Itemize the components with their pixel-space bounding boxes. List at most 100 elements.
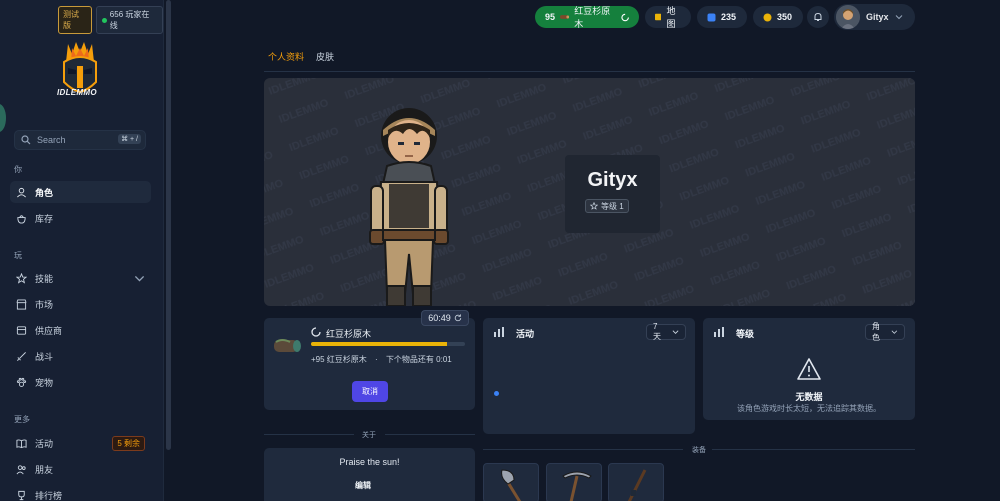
gold-counter[interactable]: 350 bbox=[753, 6, 803, 28]
warning-icon bbox=[797, 358, 821, 380]
level-text: 等级 1 bbox=[601, 201, 624, 211]
cancel-button[interactable]: 取消 bbox=[352, 381, 388, 402]
trophy-icon bbox=[18, 490, 25, 500]
gold-coin-icon bbox=[763, 13, 772, 21]
sidebar-item-character[interactable]: 角色 bbox=[10, 181, 151, 203]
bar-chart-icon bbox=[494, 327, 504, 337]
events-remaining-badge: 5 剩余 bbox=[112, 436, 145, 451]
profile-banner: IDLEMMO Gityx 等级 1 bbox=[264, 78, 915, 306]
friends-icon bbox=[16, 464, 26, 474]
bar-chart-icon bbox=[714, 327, 724, 337]
tab-profile[interactable]: 个人资料 bbox=[268, 50, 304, 63]
activity-pill-count: 95 bbox=[545, 12, 556, 22]
sidebar-item-label: 排行榜 bbox=[35, 490, 63, 501]
about-card bbox=[264, 448, 475, 501]
level-filter-select[interactable]: 角色 bbox=[865, 322, 905, 342]
map-label: 地图 bbox=[666, 6, 676, 29]
sidebar-item-label: 库存 bbox=[35, 213, 54, 224]
sidebar-item-leaderboard[interactable]: 排行榜 bbox=[10, 484, 151, 501]
online-count: 656 玩家在线 bbox=[109, 10, 150, 30]
loading-spinner-icon bbox=[311, 327, 321, 337]
level-panel-title: 等级 bbox=[736, 329, 755, 339]
tab-skins[interactable]: 皮肤 bbox=[316, 50, 334, 63]
sidebar-item-label: 供应商 bbox=[35, 325, 63, 336]
online-badge: 656 玩家在线 bbox=[95, 6, 163, 34]
gems-counter[interactable]: 235 bbox=[697, 6, 747, 28]
profile-tabs: 个人资料 皮肤 bbox=[264, 50, 915, 72]
sidebar-item-events[interactable]: 活动 5 剩余 bbox=[10, 432, 151, 454]
search-shortcut: ⌘ + / bbox=[118, 134, 141, 144]
star-icon bbox=[590, 202, 598, 210]
character-name-card: Gityx 等级 1 bbox=[565, 155, 660, 233]
divider bbox=[385, 434, 475, 435]
equipment-slot-axe[interactable] bbox=[483, 463, 539, 501]
refresh-icon bbox=[454, 314, 461, 322]
activity-pill[interactable]: 95 红豆杉原木 bbox=[535, 6, 639, 29]
section-label-more: 更多 bbox=[14, 415, 30, 424]
online-dot-icon bbox=[101, 17, 107, 23]
activity-subtext: +95 红豆杉原木 · 下个物品还有 0:01 bbox=[311, 354, 452, 365]
gem-icon bbox=[707, 13, 716, 21]
sidebar-item-pets[interactable]: 宠物 bbox=[10, 371, 151, 393]
activity-progress-fill bbox=[311, 342, 447, 346]
sidebar-item-label: 角色 bbox=[35, 187, 54, 198]
sidebar-item-skills[interactable]: 技能 bbox=[10, 267, 151, 289]
chevron-down-icon bbox=[134, 275, 145, 282]
divider bbox=[712, 449, 915, 450]
book-icon bbox=[16, 438, 27, 448]
equipment-slot-rod[interactable] bbox=[608, 463, 664, 501]
sidebar-item-label: 宠物 bbox=[35, 377, 54, 388]
sidebar-item-inventory[interactable]: 库存 bbox=[10, 207, 151, 229]
user-menu[interactable]: Gityx bbox=[834, 4, 915, 30]
no-data-title: 无数据 bbox=[795, 392, 823, 402]
sidebar-item-label: 技能 bbox=[35, 273, 54, 284]
username: Gityx bbox=[866, 12, 889, 22]
sidebar-item-label: 活动 bbox=[35, 438, 54, 449]
sidebar-item-battle[interactable]: 战斗 bbox=[10, 345, 151, 367]
yew-log-icon bbox=[274, 339, 301, 352]
activity-progress-bar bbox=[311, 342, 465, 346]
axe-icon bbox=[501, 469, 522, 501]
gems-value: 235 bbox=[721, 12, 737, 22]
equipment-slot-pickaxe[interactable] bbox=[546, 463, 602, 501]
sidebar-item-label: 战斗 bbox=[35, 351, 54, 362]
map-button[interactable]: 地图 bbox=[645, 6, 691, 29]
sidebar-scrollbar[interactable] bbox=[166, 0, 171, 450]
activity-gain: +95 红豆杉原木 bbox=[311, 355, 367, 364]
sidebar-item-vendor[interactable]: 供应商 bbox=[10, 319, 151, 341]
chevron-down-icon bbox=[672, 330, 679, 334]
notifications-button[interactable] bbox=[807, 6, 829, 28]
edit-button[interactable]: 编辑 bbox=[355, 480, 371, 491]
no-data-description: 该角色游戏时长太短，无法追踪其数据。 bbox=[737, 404, 881, 413]
level-filter-value: 角色 bbox=[872, 322, 880, 342]
about-text: Praise the sun! bbox=[339, 457, 400, 467]
avatar bbox=[836, 5, 860, 29]
sidebar-item-label: 朋友 bbox=[35, 464, 54, 475]
chevron-down-icon bbox=[891, 330, 898, 334]
about-section-label: 关于 bbox=[362, 432, 376, 439]
divider bbox=[483, 449, 683, 450]
bag-icon bbox=[17, 214, 26, 224]
equipment-section-label: 装备 bbox=[692, 447, 706, 454]
sidebar-item-friends[interactable]: 朋友 bbox=[10, 458, 151, 480]
section-label-you: 你 bbox=[14, 165, 22, 174]
beta-badge: 测试版 bbox=[58, 6, 92, 34]
gold-value: 350 bbox=[777, 12, 793, 22]
divider bbox=[264, 434, 354, 435]
activity-pill-label: 红豆杉原木 bbox=[574, 6, 611, 29]
log-icon bbox=[560, 15, 570, 19]
activity-title: 红豆杉原木 bbox=[326, 329, 372, 339]
bell-icon bbox=[814, 12, 822, 21]
section-label-play: 玩 bbox=[14, 251, 22, 260]
sidebar-item-market[interactable]: 市场 bbox=[10, 293, 151, 315]
chevron-down-icon bbox=[895, 15, 902, 20]
sidebar: 测试版 656 玩家在线 IDLEMMO Search ⌘ + / 你 角色 库… bbox=[0, 0, 164, 501]
character-name: Gityx bbox=[587, 169, 638, 191]
level-badge: 等级 1 bbox=[585, 199, 629, 213]
star-icon bbox=[16, 272, 27, 284]
store-icon bbox=[16, 298, 27, 310]
search-input[interactable]: Search ⌘ + / bbox=[14, 130, 146, 150]
logo-text: IDLEMMO bbox=[57, 88, 97, 97]
activity-timer[interactable]: 60:49 bbox=[421, 310, 469, 326]
activity-range-select[interactable]: 7 天 bbox=[646, 322, 686, 341]
